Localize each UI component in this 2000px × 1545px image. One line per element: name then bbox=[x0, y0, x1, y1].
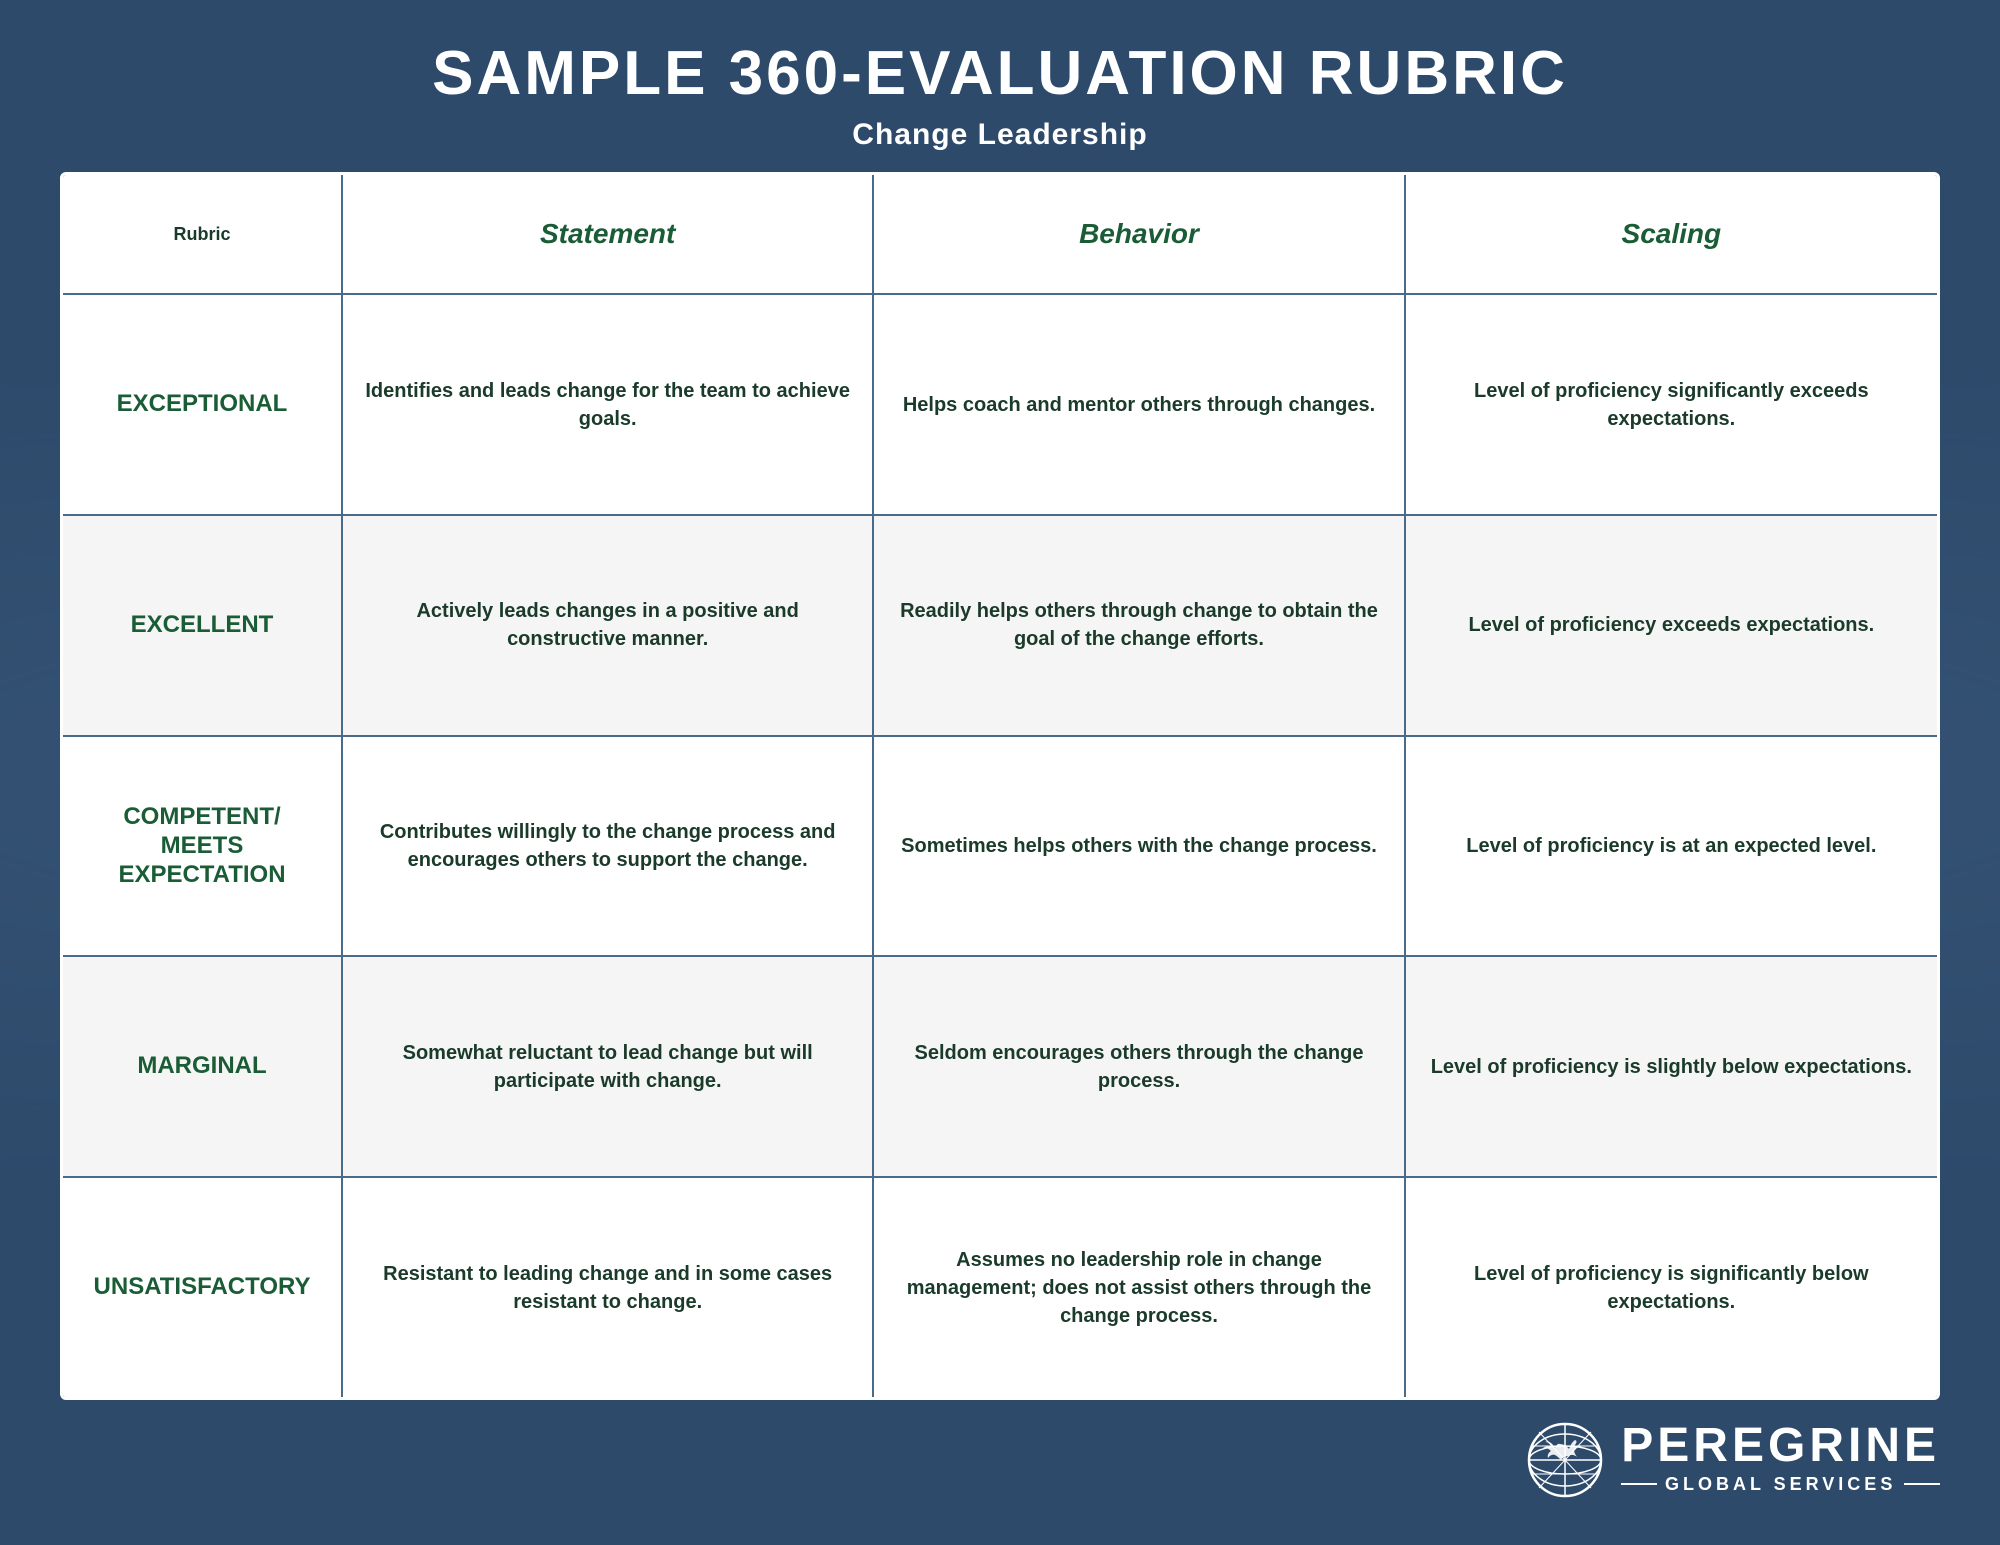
unsatisfactory-behavior: Assumes no leadership role in change man… bbox=[894, 1246, 1383, 1330]
table-row-excellent: EXCELLENT Actively leads changes in a po… bbox=[63, 516, 1937, 737]
marginal-label: MARGINAL bbox=[137, 1052, 266, 1081]
header-cell-statement: Statement bbox=[343, 175, 874, 293]
cell-competent-scaling: Level of proficiency is at an expected l… bbox=[1406, 737, 1937, 956]
cell-competent-rubric: COMPETENT/ MEETS EXPECTATION bbox=[63, 737, 343, 956]
cell-marginal-scaling: Level of proficiency is slightly below e… bbox=[1406, 957, 1937, 1176]
table-row-unsatisfactory: UNSATISFACTORY Resistant to leading chan… bbox=[63, 1178, 1937, 1397]
globe-icon bbox=[1525, 1420, 1605, 1500]
cell-unsatisfactory-behavior: Assumes no leadership role in change man… bbox=[874, 1178, 1405, 1397]
sub-title: Change Leadership bbox=[60, 118, 1940, 152]
cell-excellent-scaling: Level of proficiency exceeds expectation… bbox=[1406, 516, 1937, 735]
header-cell-scaling: Scaling bbox=[1406, 175, 1937, 293]
competent-label: COMPETENT/ MEETS EXPECTATION bbox=[83, 803, 321, 889]
cell-excellent-behavior: Readily helps others through change to o… bbox=[874, 516, 1405, 735]
header-cell-rubric: Rubric bbox=[63, 175, 343, 293]
exceptional-behavior: Helps coach and mentor others through ch… bbox=[903, 391, 1375, 419]
page-header: SAMPLE 360-EVALUATION RUBRIC Change Lead… bbox=[60, 40, 1940, 152]
cell-marginal-statement: Somewhat reluctant to lead change but wi… bbox=[343, 957, 874, 1176]
table-wrapper: Rubric Statement Behavior Scaling EXCEPT… bbox=[60, 172, 1940, 1400]
cell-unsatisfactory-scaling: Level of proficiency is significantly be… bbox=[1406, 1178, 1937, 1397]
table-row-competent: COMPETENT/ MEETS EXPECTATION Contributes… bbox=[63, 737, 1937, 958]
brand-divider-line-right bbox=[1904, 1483, 1940, 1485]
cell-unsatisfactory-statement: Resistant to leading change and in some … bbox=[343, 1178, 874, 1397]
exceptional-scaling: Level of proficiency significantly excee… bbox=[1426, 377, 1917, 433]
header-cell-behavior: Behavior bbox=[874, 175, 1405, 293]
cell-exceptional-scaling: Level of proficiency significantly excee… bbox=[1406, 295, 1937, 514]
header-rubric-label: Rubric bbox=[173, 224, 230, 245]
brand-sub: GLOBAL SERVICES bbox=[1665, 1474, 1896, 1495]
excellent-statement: Actively leads changes in a positive and… bbox=[363, 597, 852, 653]
cell-competent-behavior: Sometimes helps others with the change p… bbox=[874, 737, 1405, 956]
cell-marginal-behavior: Seldom encourages others through the cha… bbox=[874, 957, 1405, 1176]
excellent-label: EXCELLENT bbox=[131, 611, 274, 640]
excellent-behavior: Readily helps others through change to o… bbox=[894, 597, 1383, 653]
cell-exceptional-statement: Identifies and leads change for the team… bbox=[343, 295, 874, 514]
unsatisfactory-label: UNSATISFACTORY bbox=[94, 1273, 311, 1302]
cell-exceptional-behavior: Helps coach and mentor others through ch… bbox=[874, 295, 1405, 514]
marginal-statement: Somewhat reluctant to lead change but wi… bbox=[363, 1039, 852, 1095]
cell-excellent-statement: Actively leads changes in a positive and… bbox=[343, 516, 874, 735]
brand-text: PEREGRINE GLOBAL SERVICES bbox=[1621, 1422, 1940, 1499]
table-header-row: Rubric Statement Behavior Scaling bbox=[63, 175, 1937, 295]
marginal-behavior: Seldom encourages others through the cha… bbox=[894, 1039, 1383, 1095]
brand-name: PEREGRINE bbox=[1621, 1422, 1940, 1470]
table-row-exceptional: EXCEPTIONAL Identifies and leads change … bbox=[63, 295, 1937, 516]
header-behavior-label: Behavior bbox=[1079, 218, 1199, 250]
logo-area: PEREGRINE GLOBAL SERVICES bbox=[1525, 1420, 1940, 1500]
main-title: SAMPLE 360-EVALUATION RUBRIC bbox=[60, 40, 1940, 108]
brand-divider-line-left bbox=[1621, 1483, 1657, 1485]
cell-marginal-rubric: MARGINAL bbox=[63, 957, 343, 1176]
marginal-scaling: Level of proficiency is slightly below e… bbox=[1431, 1053, 1912, 1081]
exceptional-label: EXCEPTIONAL bbox=[117, 390, 288, 419]
rubric-table: Rubric Statement Behavior Scaling EXCEPT… bbox=[60, 172, 1940, 1400]
competent-scaling: Level of proficiency is at an expected l… bbox=[1466, 832, 1876, 860]
unsatisfactory-scaling: Level of proficiency is significantly be… bbox=[1426, 1260, 1917, 1316]
header-scaling-label: Scaling bbox=[1622, 218, 1722, 250]
cell-exceptional-rubric: EXCEPTIONAL bbox=[63, 295, 343, 514]
page-container: SAMPLE 360-EVALUATION RUBRIC Change Lead… bbox=[0, 0, 2000, 1545]
unsatisfactory-statement: Resistant to leading change and in some … bbox=[363, 1260, 852, 1316]
cell-excellent-rubric: EXCELLENT bbox=[63, 516, 343, 735]
table-row-marginal: MARGINAL Somewhat reluctant to lead chan… bbox=[63, 957, 1937, 1178]
competent-behavior: Sometimes helps others with the change p… bbox=[901, 832, 1377, 860]
brand-divider: GLOBAL SERVICES bbox=[1621, 1474, 1940, 1495]
excellent-scaling: Level of proficiency exceeds expectation… bbox=[1468, 611, 1874, 639]
footer: PEREGRINE GLOBAL SERVICES bbox=[60, 1400, 1940, 1505]
exceptional-statement: Identifies and leads change for the team… bbox=[363, 377, 852, 433]
cell-competent-statement: Contributes willingly to the change proc… bbox=[343, 737, 874, 956]
competent-statement: Contributes willingly to the change proc… bbox=[363, 818, 852, 874]
cell-unsatisfactory-rubric: UNSATISFACTORY bbox=[63, 1178, 343, 1397]
header-statement-label: Statement bbox=[540, 218, 675, 250]
